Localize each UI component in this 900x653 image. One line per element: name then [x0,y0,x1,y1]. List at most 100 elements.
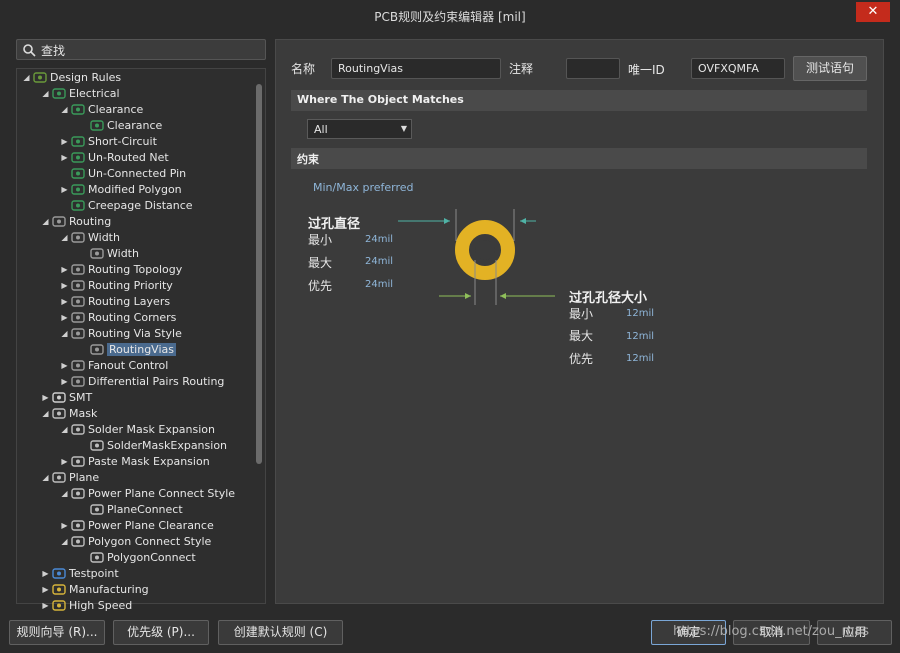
creepage-icon [71,199,85,212]
tree-item[interactable]: ▶ Differential Pairs Routing [60,373,224,389]
collapse-arrow-icon[interactable]: ◢ [60,489,69,498]
tree-item[interactable]: ▶ Routing Priority [60,277,172,293]
hole-preferred-label: 优先 [569,352,594,366]
plane-icon [90,503,104,516]
close-button[interactable]: ✕ [856,2,890,22]
create-default-rules-button[interactable]: 创建默认规则 (C) [218,620,343,645]
via-diameter-title: 过孔直径 [308,217,361,232]
diameter-max-value[interactable]: 24mil [365,256,393,267]
modified-polygon-icon [71,183,85,196]
tree-item[interactable]: ◢ Polygon Connect Style [60,533,211,549]
expand-arrow-icon[interactable]: ▶ [60,377,69,386]
tree-item-label: Routing [69,214,112,228]
comment-field[interactable] [566,58,620,79]
collapse-arrow-icon[interactable]: ◢ [60,425,69,434]
tree-item[interactable]: ◢ Plane [41,469,99,485]
tree-item[interactable]: ◢ Mask [41,405,97,421]
tree-item[interactable]: ◢ Design Rules [22,69,121,85]
hole-size-title: 过孔孔径大小 [569,291,648,306]
tree-item[interactable]: ▶ Routing Topology [60,261,182,277]
mask-icon [90,439,104,452]
tree-item[interactable]: PlaneConnect [79,501,183,517]
tree-item[interactable]: ▶ Manufacturing [41,581,149,597]
tree-item-label: PlaneConnect [107,502,183,516]
hole-max-value[interactable]: 12mil [626,331,654,342]
collapse-arrow-icon[interactable]: ◢ [60,105,69,114]
priority-button[interactable]: 优先级 (P)... [113,620,209,645]
tree-item[interactable]: ◢ Clearance [60,101,143,117]
expand-arrow-icon[interactable]: ▶ [60,153,69,162]
tree-item[interactable]: ▶ High Speed [41,597,132,613]
tree-item[interactable]: Width [79,245,139,261]
clearance-icon [90,119,104,132]
diameter-preferred-label: 优先 [308,279,333,293]
tree-item[interactable]: SolderMaskExpansion [79,437,227,453]
expand-arrow-icon[interactable]: ▶ [60,361,69,370]
expand-arrow-icon[interactable]: ▶ [60,281,69,290]
tree-item[interactable]: ◢ Width [60,229,120,245]
expand-arrow-icon[interactable]: ▶ [60,297,69,306]
object-match-select[interactable]: All ▼ [307,119,412,139]
tree-item[interactable]: ▶ SMT [41,389,92,405]
tree-item[interactable]: Creepage Distance [60,197,193,213]
tree-item[interactable]: ◢ Routing Via Style [60,325,181,341]
unrouted-net-icon [71,151,85,164]
search-input[interactable]: 查找 [16,39,266,60]
tree-item[interactable]: ▶ Short-Circuit [60,133,156,149]
tree-scrollbar-thumb[interactable] [256,84,262,464]
tree-item[interactable]: ▶ Modified Polygon [60,181,181,197]
tree-item[interactable]: ▶ Un-Routed Net [60,149,168,165]
expand-arrow-icon[interactable]: ▶ [41,569,50,578]
collapse-arrow-icon[interactable]: ◢ [41,217,50,226]
collapse-arrow-icon[interactable]: ◢ [41,409,50,418]
uid-field[interactable]: OVFXQMFA [691,58,785,79]
tree-item[interactable]: Clearance [79,117,162,133]
tree-item[interactable]: RoutingVias [79,341,176,357]
tree-item[interactable]: PolygonConnect [79,549,196,565]
expand-arrow-icon[interactable]: ▶ [60,137,69,146]
tree-item-label: Polygon Connect Style [88,534,212,548]
expand-arrow-icon[interactable]: ▶ [41,585,50,594]
tree-item[interactable]: ◢ Routing [41,213,111,229]
tree-item-label: Solder Mask Expansion [88,422,216,436]
tree-item[interactable]: ▶ Testpoint [41,565,118,581]
tree-item[interactable]: ▶ Paste Mask Expansion [60,453,209,469]
collapse-arrow-icon[interactable]: ◢ [41,89,50,98]
tree-item[interactable]: ◢ Electrical [41,85,119,101]
mask-icon [71,455,85,468]
tree-item[interactable]: Un-Connected Pin [60,165,186,181]
tree-item[interactable]: ▶ Fanout Control [60,357,168,373]
expand-arrow-icon[interactable]: ▶ [60,521,69,530]
routing-icon [71,279,85,292]
expand-arrow-icon[interactable]: ▶ [60,265,69,274]
collapse-arrow-icon[interactable]: ◢ [60,233,69,242]
collapse-arrow-icon[interactable]: ◢ [22,73,31,82]
tree-item-label: PolygonConnect [107,550,196,564]
tree-item-label: Manufacturing [69,582,149,596]
tree-item[interactable]: ▶ Routing Corners [60,309,176,325]
collapse-arrow-icon[interactable]: ◢ [41,473,50,482]
tree-item[interactable]: ◢ Solder Mask Expansion [60,421,215,437]
expand-arrow-icon[interactable]: ▶ [60,313,69,322]
expand-arrow-icon[interactable]: ▶ [60,185,69,194]
collapse-arrow-icon[interactable]: ◢ [60,537,69,546]
tree-item[interactable]: ◢ Power Plane Connect Style [60,485,235,501]
tree-item[interactable]: ▶ Routing Layers [60,293,170,309]
unconnected-pin-icon [71,167,85,180]
test-query-button[interactable]: 测试语句 [793,56,867,81]
expand-arrow-icon[interactable]: ▶ [41,601,50,610]
tree-item[interactable]: ▶ Power Plane Clearance [60,517,213,533]
mask-icon [71,423,85,436]
tree-item-label: Differential Pairs Routing [88,374,225,388]
rule-wizard-button[interactable]: 规则向导 (R)... [9,620,105,645]
expand-arrow-icon[interactable]: ▶ [60,457,69,466]
routing-icon [71,263,85,276]
expand-arrow-icon[interactable]: ▶ [41,393,50,402]
collapse-arrow-icon[interactable]: ◢ [60,329,69,338]
tree-item-label: Clearance [88,102,144,116]
name-field[interactable]: RoutingVias [331,58,501,79]
hole-min-value[interactable]: 12mil [626,308,654,319]
diameter-preferred-value[interactable]: 24mil [365,279,393,290]
diameter-min-value[interactable]: 24mil [365,234,393,245]
hole-preferred-value[interactable]: 12mil [626,353,654,364]
